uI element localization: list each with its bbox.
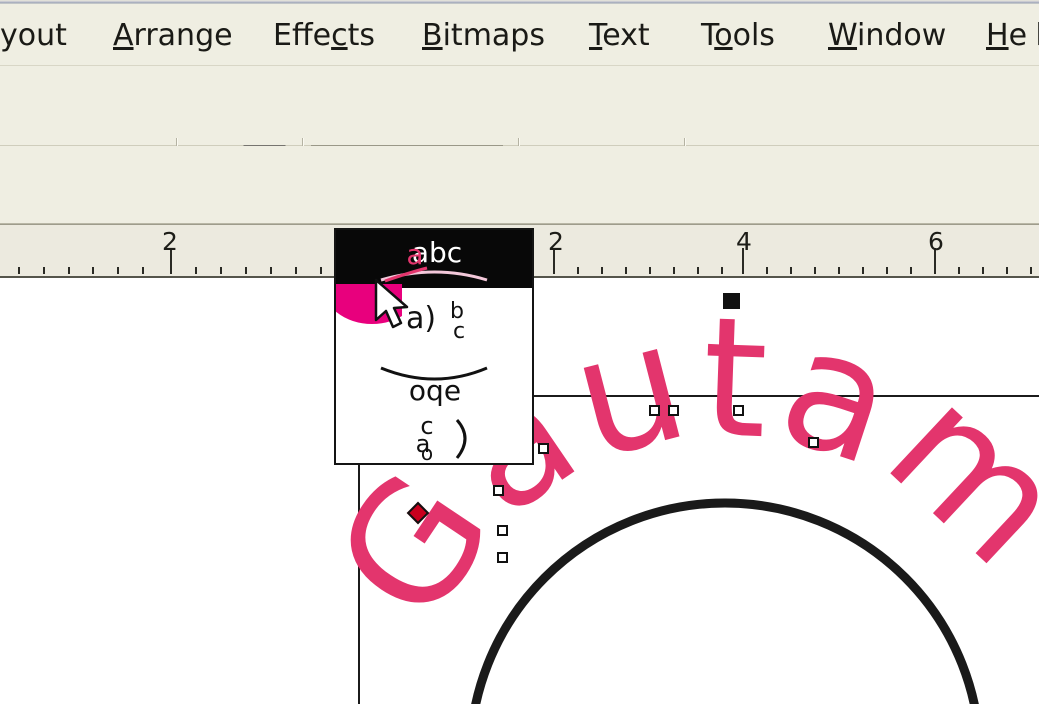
selection-handle[interactable] bbox=[723, 293, 740, 309]
node-handle[interactable] bbox=[649, 405, 660, 416]
ruler-tick bbox=[295, 267, 297, 274]
ruler-tick bbox=[601, 267, 603, 274]
ruler-tick bbox=[814, 267, 816, 274]
ruler-tick bbox=[43, 267, 45, 274]
ruler-tick bbox=[886, 267, 888, 274]
menu-bitmaps[interactable]: Bitmaps bbox=[422, 17, 545, 55]
ruler-tick bbox=[1030, 267, 1032, 274]
menu-layout-label: yout bbox=[0, 18, 67, 53]
node-handle[interactable] bbox=[538, 443, 549, 454]
svg-text:o: o bbox=[421, 441, 433, 462]
node-handle[interactable] bbox=[668, 405, 679, 416]
svg-text:oqe: oqe bbox=[409, 374, 461, 407]
ruler-tick bbox=[220, 267, 222, 274]
ruler-label: 4 bbox=[736, 227, 752, 256]
ruler-tick bbox=[673, 267, 675, 274]
ruler-tick bbox=[18, 267, 20, 274]
ruler-tick bbox=[910, 267, 912, 274]
ruler-tick bbox=[862, 267, 864, 274]
ruler-tick bbox=[195, 267, 197, 274]
menu-help[interactable]: Hell bbox=[986, 17, 1039, 55]
coreldraw-window: yout AArrangerrange Effects Bitmaps Text… bbox=[0, 0, 1039, 704]
menu-bar: yout AArrangerrange Effects Bitmaps Text… bbox=[0, 10, 1039, 66]
node-handle[interactable] bbox=[733, 405, 744, 416]
ruler-tick bbox=[320, 267, 322, 274]
dropdown-option-above-path[interactable]: abc a bbox=[336, 230, 532, 288]
ruler-label: 6 bbox=[928, 227, 944, 256]
menu-tools[interactable]: Tools bbox=[701, 17, 775, 55]
ruler-tick bbox=[790, 267, 792, 274]
standard-toolbar: 100% ( bbox=[0, 66, 1039, 198]
node-handle[interactable] bbox=[808, 437, 819, 448]
node-handle[interactable] bbox=[497, 525, 508, 536]
ruler-tick bbox=[270, 267, 272, 274]
mouse-cursor bbox=[372, 278, 416, 336]
menu-window[interactable]: Window bbox=[828, 17, 946, 55]
menu-arrange[interactable]: AArrangerrange bbox=[113, 17, 233, 55]
node-handle[interactable] bbox=[497, 552, 508, 563]
ruler-tick bbox=[958, 267, 960, 274]
ruler-label: 2 bbox=[162, 227, 178, 256]
menu-effects[interactable]: Effects bbox=[273, 17, 375, 55]
vertical-placement-dropdown[interactable]: abc a a) b c oqe c a o bbox=[334, 228, 534, 465]
node-handle[interactable] bbox=[493, 485, 504, 496]
ruler-label: 2 bbox=[548, 227, 564, 256]
svg-text:c: c bbox=[453, 319, 465, 344]
ruler-tick bbox=[577, 267, 579, 274]
ruler-tick bbox=[117, 267, 119, 274]
ruler-tick bbox=[721, 267, 723, 274]
ruler-tick bbox=[838, 267, 840, 274]
ruler-tick bbox=[1006, 267, 1008, 274]
menu-text[interactable]: Text bbox=[589, 17, 650, 55]
dropdown-option-baseline[interactable]: c a o bbox=[336, 408, 532, 463]
ruler-tick bbox=[92, 267, 94, 274]
ruler-tick bbox=[649, 267, 651, 274]
svg-text:a: a bbox=[406, 238, 423, 271]
ruler-tick bbox=[625, 267, 627, 274]
dropdown-option-below-path[interactable]: oqe bbox=[336, 348, 532, 408]
ruler-tick bbox=[697, 267, 699, 274]
ruler-tick bbox=[68, 267, 70, 274]
menu-layout[interactable]: yout bbox=[0, 17, 67, 55]
property-bar: qrst ↓ abc bbox=[0, 146, 1039, 364]
ruler-tick bbox=[766, 267, 768, 274]
ruler-tick bbox=[245, 267, 247, 274]
ruler-tick bbox=[982, 267, 984, 274]
ruler-tick bbox=[142, 267, 144, 274]
